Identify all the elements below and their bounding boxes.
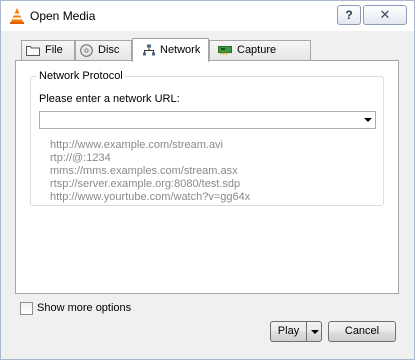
network-icon	[143, 44, 155, 56]
chevron-down-icon[interactable]	[364, 118, 372, 122]
url-label: Please enter a network URL:	[39, 93, 180, 105]
show-more-options-label[interactable]: Show more options	[37, 302, 131, 314]
chevron-down-icon	[311, 330, 319, 334]
network-url-combobox[interactable]	[39, 111, 376, 129]
tab-file-label: File	[45, 44, 63, 56]
help-button[interactable]: ?	[337, 5, 361, 25]
open-media-dialog: Open Media ? ✕ File Disc Network Capture…	[0, 0, 415, 360]
vlc-cone-icon	[10, 8, 24, 24]
tab-capture-device[interactable]: Capture Device	[209, 40, 311, 74]
group-title: Network Protocol	[37, 70, 125, 82]
tab-network[interactable]: Network	[132, 38, 209, 62]
tab-network-label: Network	[160, 44, 201, 56]
url-examples: http://www.example.com/stream.avi rtp://…	[50, 139, 250, 204]
url-example: mms://mms.examples.com/stream.asx	[50, 165, 238, 177]
play-dropdown-button[interactable]	[306, 321, 322, 342]
window-title: Open Media	[30, 9, 96, 23]
show-more-options-checkbox[interactable]	[20, 302, 33, 315]
network-protocol-group: Network Protocol Please enter a network …	[30, 70, 384, 206]
url-example: http://www.example.com/stream.avi	[50, 139, 224, 151]
folder-icon	[26, 45, 40, 56]
disc-icon	[80, 43, 93, 57]
play-button[interactable]: Play	[270, 321, 306, 342]
url-example: http://www.yourtube.com/watch?v=gg64x	[50, 191, 251, 203]
network-tab-pane: Network Protocol Please enter a network …	[15, 60, 399, 294]
tab-disc[interactable]: Disc	[75, 40, 132, 60]
url-example: rtp://@:1234	[50, 152, 111, 164]
capture-card-icon	[218, 46, 232, 55]
title-bar[interactable]: Open Media ? ✕	[1, 1, 414, 31]
tab-file[interactable]: File	[21, 40, 75, 60]
close-button[interactable]: ✕	[363, 5, 407, 25]
cancel-button[interactable]: Cancel	[328, 321, 396, 342]
url-example: rtsp://server.example.org:8080/test.sdp	[50, 178, 241, 190]
dialog-body: File Disc Network Capture Network Protoc…	[9, 31, 406, 349]
tab-disc-label: Disc	[98, 44, 120, 56]
